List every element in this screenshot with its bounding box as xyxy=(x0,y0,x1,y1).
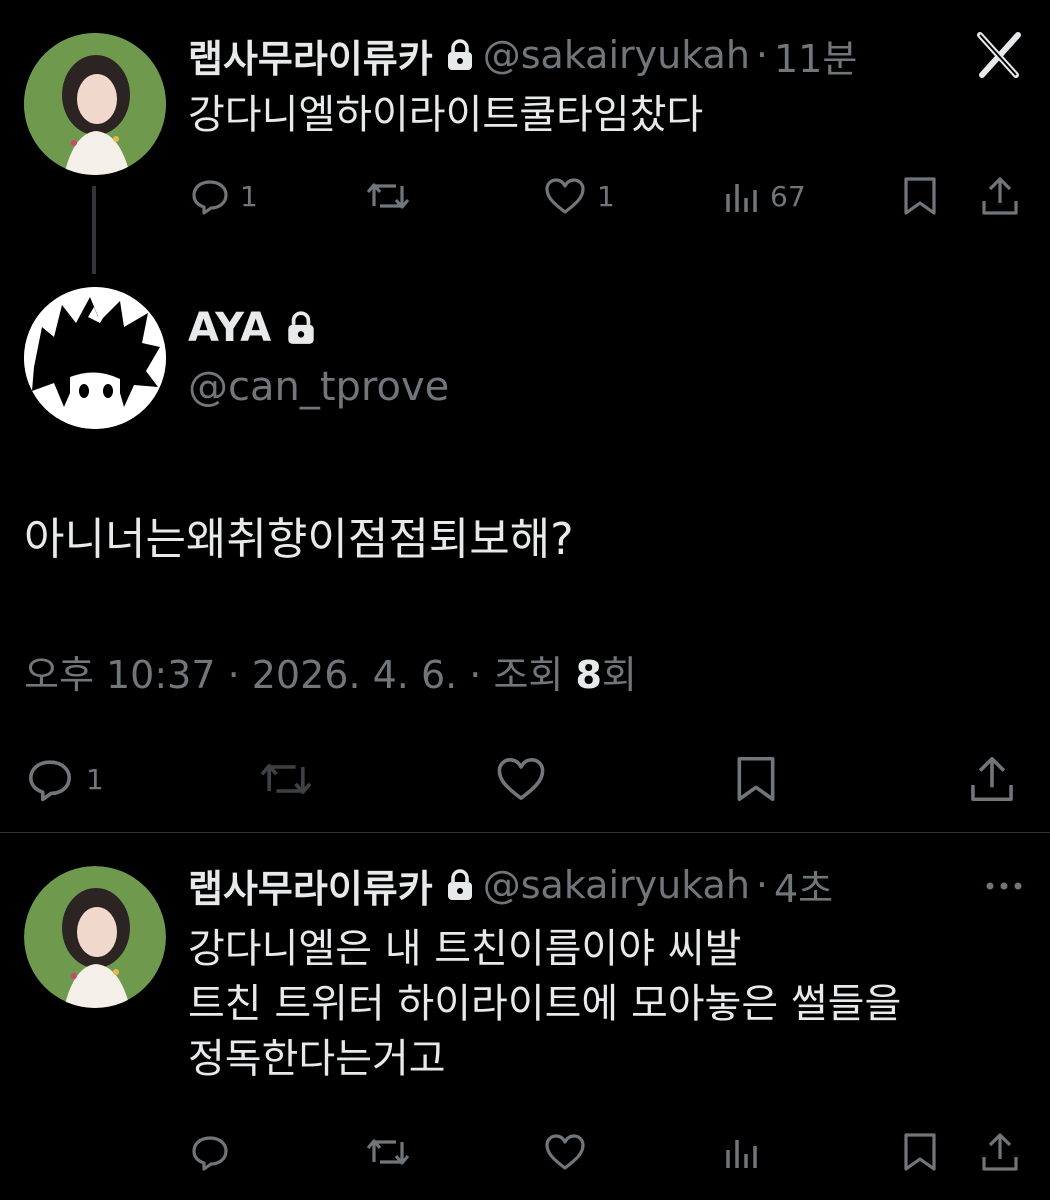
reply-count: 1 xyxy=(86,762,104,796)
retweet-icon xyxy=(364,1132,412,1172)
retweet-icon xyxy=(256,755,316,803)
bookmark-icon xyxy=(902,175,938,217)
bookmark-button[interactable] xyxy=(902,174,938,218)
bookmark-icon xyxy=(734,754,778,804)
heart-icon xyxy=(494,755,548,803)
bookmark-button[interactable] xyxy=(902,1130,938,1174)
reply-icon xyxy=(190,1132,230,1172)
avatar-sakairyukah[interactable] xyxy=(24,33,166,175)
analytics-icon xyxy=(724,1132,760,1172)
share-button[interactable] xyxy=(980,1130,1020,1174)
thread-connector-line xyxy=(92,186,96,274)
retweet-button[interactable] xyxy=(256,754,316,804)
share-icon xyxy=(968,754,1016,804)
tweet-text: 강다니엘하이라이트쿨타임찼다 xyxy=(188,92,704,138)
separator-dot: · xyxy=(755,33,768,77)
lock-icon xyxy=(445,868,475,902)
avatar-can-tprove[interactable] xyxy=(24,287,166,429)
like-count: 1 xyxy=(597,179,615,213)
reply-button[interactable]: 1 xyxy=(190,174,258,218)
bookmark-icon xyxy=(902,1131,938,1173)
retweet-button[interactable] xyxy=(364,174,412,218)
display-name[interactable]: 랩사무라이류카 xyxy=(188,28,433,83)
main-tweet-text: 아니너는왜취향이점점퇴보해? xyxy=(24,514,574,565)
tweet-datetime[interactable]: 오후 10:37 · 2026. 4. 6. · 조회 xyxy=(24,653,575,697)
view-suffix: 회 xyxy=(601,653,637,697)
views-button[interactable] xyxy=(724,1130,760,1174)
tweet1-header: 랩사무라이류카 @sakairyukah · 11분 xyxy=(188,28,857,83)
display-name[interactable]: AYA xyxy=(188,305,271,351)
handle[interactable]: @sakairyukah xyxy=(483,863,750,907)
tweet-meta: 오후 10:37 · 2026. 4. 6. · 조회 8회 xyxy=(24,650,637,700)
retweet-icon xyxy=(364,176,412,216)
reply-icon xyxy=(24,755,76,803)
x-close-icon[interactable] xyxy=(976,32,1024,78)
share-icon xyxy=(980,175,1020,217)
reply-tweet-header: 랩사무라이류카 @sakairyukah · 4초 xyxy=(188,858,833,913)
reply-tweet-text: 강다니엘은 내 트친이름이야 씨발 트친 트위터 하이라이트에 모아놓은 썰들을… xyxy=(188,922,901,1087)
share-icon xyxy=(980,1131,1020,1173)
lock-icon xyxy=(445,38,475,72)
timestamp[interactable]: 4초 xyxy=(774,858,833,913)
heart-icon xyxy=(543,1132,587,1172)
heart-icon xyxy=(543,176,587,216)
reply-count: 1 xyxy=(240,179,258,213)
views-button[interactable]: 67 xyxy=(724,174,806,218)
more-options-icon[interactable] xyxy=(984,876,1024,896)
reply-button[interactable] xyxy=(190,1130,230,1174)
like-button[interactable] xyxy=(543,1130,587,1174)
handle[interactable]: @can_tprove xyxy=(188,362,449,412)
reply-text-line-1: 강다니엘은 내 트친이름이야 씨발 xyxy=(188,926,742,972)
retweet-button[interactable] xyxy=(364,1130,412,1174)
reply-text-line-3: 정독한다는거고 xyxy=(188,1036,446,1082)
share-button[interactable] xyxy=(980,174,1020,218)
like-button[interactable]: 1 xyxy=(543,174,615,218)
handle[interactable]: @sakairyukah xyxy=(483,33,750,77)
like-button[interactable] xyxy=(494,754,548,804)
view-count: 8 xyxy=(575,653,602,697)
main-tweet-author: AYA xyxy=(188,303,317,353)
views-count: 67 xyxy=(770,179,806,213)
timestamp[interactable]: 11분 xyxy=(774,28,857,83)
share-button[interactable] xyxy=(968,754,1016,804)
reply-icon xyxy=(190,176,230,216)
reply-button[interactable]: 1 xyxy=(24,754,104,804)
bookmark-button[interactable] xyxy=(734,754,778,804)
divider xyxy=(0,832,1050,833)
display-name[interactable]: 랩사무라이류카 xyxy=(188,858,433,913)
reply-text-line-2: 트친 트위터 하이라이트에 모아놓은 썰들을 xyxy=(188,981,902,1027)
avatar-sakairyukah[interactable] xyxy=(24,866,166,1008)
lock-icon xyxy=(285,310,317,346)
separator-dot: · xyxy=(755,863,768,907)
analytics-icon xyxy=(724,176,760,216)
